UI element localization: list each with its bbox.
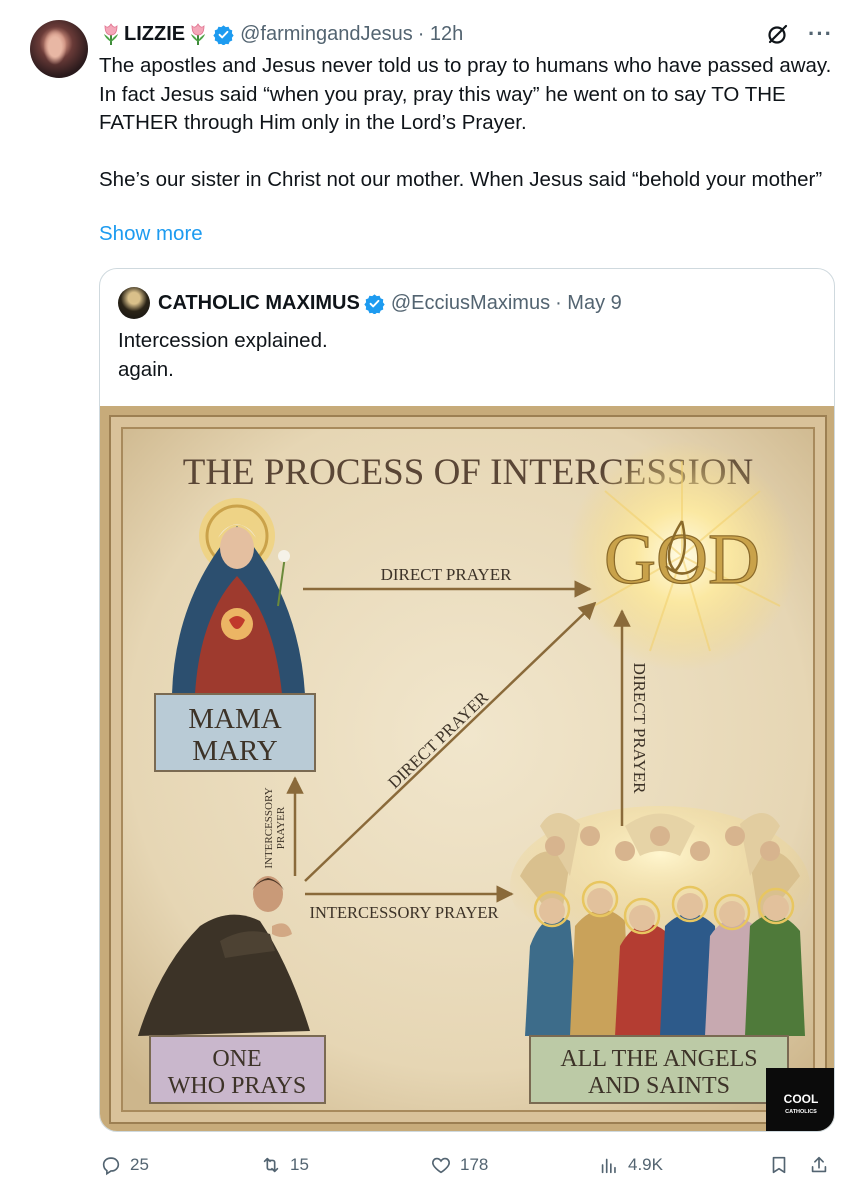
quoted-avatar[interactable]	[118, 287, 150, 319]
mary-label-line: MARY	[192, 735, 277, 767]
arrow-label: DIRECT PRAYER	[630, 663, 649, 794]
verified-badge-icon	[213, 24, 234, 46]
repost-button[interactable]: 15	[260, 1150, 309, 1180]
tweet-actions: 25 15 178 4.9K	[100, 1150, 840, 1180]
views-button[interactable]: 4.9K	[598, 1150, 663, 1180]
saints-label-line: AND SAINTS	[588, 1073, 730, 1099]
like-button[interactable]: 178	[430, 1150, 488, 1180]
reply-button[interactable]: 25	[100, 1150, 149, 1180]
tweet-header: LIZZIE @farmingandJesus · 12h	[100, 20, 463, 48]
saints-label-line: ALL THE ANGELS	[560, 1046, 757, 1072]
display-name[interactable]: LIZZIE	[124, 23, 185, 46]
reply-icon	[102, 1157, 120, 1176]
watermark-text: CATHOLICS	[785, 1109, 817, 1115]
quoted-line: Intercession explained.	[118, 329, 328, 352]
quoted-tweet[interactable]: CATHOLIC MAXIMUS @EcciusMaximus · May 9 …	[99, 268, 835, 1132]
reply-count: 25	[130, 1155, 149, 1174]
angels-and-saints-figures	[510, 806, 810, 1036]
arrow-label: INTERCESSORY PRAYER	[309, 903, 498, 922]
handle[interactable]: @farmingandJesus	[240, 23, 413, 46]
quoted-line: again.	[118, 357, 174, 381]
arrow-label: INTERCESSORY	[263, 787, 275, 868]
share-icon	[811, 1156, 827, 1173]
watermark-text: COOL	[784, 1092, 819, 1106]
quoted-timestamp[interactable]: · May 9	[555, 292, 622, 315]
share-button[interactable]	[808, 1150, 830, 1180]
arrow-label: PRAYER	[275, 806, 287, 849]
quoted-handle[interactable]: @EcciusMaximus	[391, 292, 550, 315]
view-count: 4.9K	[628, 1155, 663, 1174]
intercession-diagram-image[interactable]: THE PROCESS OF INTERCESSION GOD MAMA MAR…	[100, 406, 835, 1132]
tulip-emoji-icon	[187, 22, 209, 46]
views-icon	[601, 1158, 616, 1174]
top-icons: ···	[766, 22, 833, 46]
prays-label-line: ONE	[212, 1046, 261, 1072]
tulip-emoji-icon	[100, 22, 122, 46]
show-more-link[interactable]: Show more	[99, 222, 203, 246]
bookmark-icon	[772, 1156, 786, 1174]
verified-badge-icon	[364, 293, 385, 315]
heart-icon	[432, 1157, 450, 1174]
grok-icon[interactable]	[766, 22, 790, 46]
quoted-header: CATHOLIC MAXIMUS @EcciusMaximus · May 9	[158, 289, 622, 317]
repost-icon	[263, 1157, 279, 1173]
arrow-label: DIRECT PRAYER	[381, 565, 512, 584]
quoted-display-name[interactable]: CATHOLIC MAXIMUS	[158, 292, 360, 315]
repost-count: 15	[290, 1155, 309, 1174]
tweet-text: The apostles and Jesus never told us to …	[99, 52, 839, 194]
more-options-icon[interactable]: ···	[808, 23, 833, 45]
prays-label-line: WHO PRAYS	[168, 1073, 306, 1099]
tweet-paragraph: She’s our sister in Christ not our mothe…	[99, 167, 823, 191]
mary-label-line: MAMA	[188, 703, 282, 735]
bookmark-button[interactable]	[768, 1150, 790, 1180]
avatar[interactable]	[30, 20, 88, 78]
tweet-paragraph: The apostles and Jesus never told us to …	[99, 54, 832, 134]
quoted-text: Intercession explained. again.	[118, 327, 328, 384]
like-count: 178	[460, 1155, 489, 1174]
timestamp[interactable]: · 12h	[418, 23, 464, 46]
tweet: LIZZIE @farmingandJesus · 12h ··· The ap…	[0, 0, 863, 1200]
